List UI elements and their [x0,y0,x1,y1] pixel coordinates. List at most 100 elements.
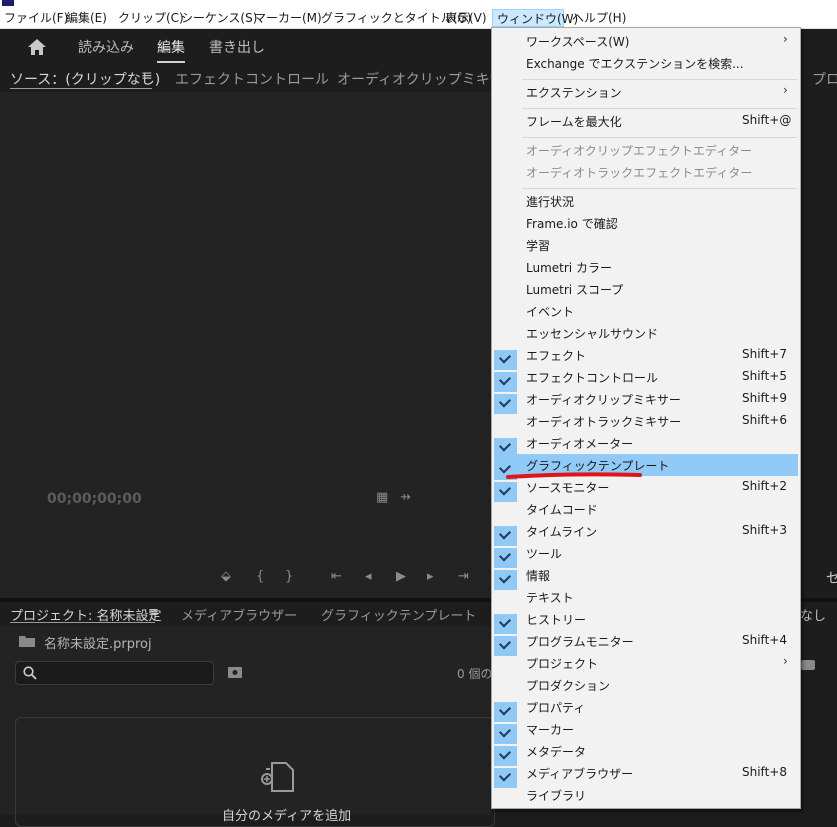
checkmark-icon [494,394,517,414]
window-menu-item-30[interactable]: マーカー [526,721,574,738]
window-menu-item-27[interactable]: プロジェクト [526,655,598,672]
window-menu-item-29[interactable]: プロパティ [526,699,585,716]
tab-program[interactable]: プロ [812,69,837,89]
tab-graphics-templates[interactable]: グラフィックテンプレート [321,605,476,624]
go-to-out-icon[interactable]: ⇥ [458,569,469,584]
window-menu-item-9[interactable]: Lumetri カラー [526,259,612,276]
window-menu-item-25[interactable]: ヒストリー [526,611,586,628]
window-menu-item-16[interactable]: オーディオトラックミキサー [526,413,681,430]
tab-effect-controls[interactable]: エフェクトコントロール [175,69,329,89]
source-timecode: 00;00;00;00 [47,491,142,507]
project-folder-icon [19,636,35,647]
window-menu-item-11[interactable]: イベント [526,303,574,320]
tab-source[interactable]: ソース：(クリップなし) [10,69,160,89]
checkmark-icon [494,702,517,722]
home-icon[interactable] [27,38,47,56]
menu-separator [522,79,797,80]
menu-view[interactable]: 表示(V) [441,9,491,27]
play-icon[interactable]: ▶ [396,569,406,584]
window-menu-item-28[interactable]: プロダクション [526,677,610,694]
menu-shortcut: Shift+7 [742,347,787,361]
submenu-arrow-icon: › [783,83,788,97]
checkmark-icon [494,614,517,634]
window-menu-item-7[interactable]: Frame.io で確認 [526,215,618,232]
menu-shortcut: Shift+@ [742,113,792,127]
window-menu-item-2[interactable]: エクステンション [526,84,622,101]
go-to-in-icon[interactable]: ⇤ [331,569,342,584]
checkmark-icon [494,350,517,370]
insert-icon[interactable]: ⇸ [400,490,411,505]
step-back-icon[interactable]: ◂ [365,569,372,584]
window-menu-item-14[interactable]: エフェクトコントロール [526,369,658,386]
workspace-import[interactable]: 読み込み [78,37,134,57]
menu-shortcut: Shift+6 [742,413,787,427]
out-point-icon[interactable]: } [285,569,293,584]
cc-icon[interactable] [800,658,816,672]
window-menu-item-1[interactable]: Exchange でエクステンションを検索... [526,55,744,72]
window-menu-item-17[interactable]: オーディオメーター [526,435,633,452]
project-panel-menu-icon[interactable]: ≡ [148,605,159,620]
window-menu-item-21[interactable]: タイムライン [526,523,597,540]
menu-bar: ファイル(F) 編集(E) クリップ(C) シーケンス(S) マーカー(M) グ… [0,6,837,29]
checkmark-icon [494,724,517,744]
window-menu-item-26[interactable]: プログラムモニター [526,633,634,650]
window-menu-item-23[interactable]: 情報 [526,567,550,584]
menu-separator [522,137,797,138]
panel-menu-icon[interactable]: ≡ [141,68,153,84]
window-menu-item-12[interactable]: エッセンシャルサウンド [526,325,658,342]
menu-separator [522,108,797,109]
tab-source-underline [10,88,152,89]
checkmark-icon [494,768,517,788]
menu-shortcut: Shift+4 [742,633,787,647]
menu-shortcut: Shift+2 [742,479,787,493]
menu-shortcut: Shift+9 [742,391,787,405]
menu-help[interactable]: ヘルプ(H) [568,9,630,27]
window-menu-item-0[interactable]: ワークスペース(W) [526,33,629,50]
tab-media-browser[interactable]: メディアブラウザー [181,605,297,624]
checkmark-icon [494,526,517,546]
step-forward-icon[interactable]: ▸ [427,569,434,584]
window-menu-item-3[interactable]: フレームを最大化 [526,113,622,130]
timeline-tab-fragment[interactable]: なし [800,605,826,624]
menu-edit[interactable]: 編集(E) [62,9,111,27]
export-frame-icon[interactable]: ▦ [376,490,388,505]
window-menu-item-15[interactable]: オーディオクリップミキサー [526,391,681,408]
window-menu-item-13[interactable]: エフェクト [526,347,586,364]
window-menu-item-4: オーディオクリップエフェクトエディター [526,144,753,158]
menu-marker[interactable]: マーカー(M) [250,9,326,27]
window-menu-item-8[interactable]: 学習 [526,237,550,254]
checkmark-icon [494,570,517,590]
window-menu-item-33[interactable]: ライブラリ [526,787,586,804]
checkmark-icon [494,372,517,392]
submenu-arrow-icon: › [783,32,788,46]
menu-sequence[interactable]: シーケンス(S) [177,9,261,27]
menu-window[interactable]: ウィンドウ(W) [492,9,578,27]
workspace-export[interactable]: 書き出し [209,37,265,57]
window-menu-item-10[interactable]: Lumetri スコープ [526,281,623,298]
marker-icon[interactable]: ⬙ [221,569,231,584]
workspace-active-indicator [157,61,185,63]
window-menu-item-20[interactable]: タイムコード [526,501,598,518]
window-menu-item-32[interactable]: メディアブラウザー [526,765,633,782]
window-menu-item-6[interactable]: 進行状況 [526,193,574,210]
workspace-edit[interactable]: 編集 [157,37,185,57]
checkmark-icon [494,746,517,766]
search-icon [23,666,37,680]
source-monitor [0,92,492,598]
project-search-input[interactable] [15,661,214,685]
checkmark-icon [494,636,517,656]
submenu-arrow-icon: › [783,654,788,668]
project-file-name: 名称未設定.prproj [44,637,152,652]
program-monitor-stub [800,66,837,598]
window-menu-item-22[interactable]: ツール [526,545,562,562]
menu-separator [522,188,797,189]
program-control-fragment: セ [826,571,837,587]
find-icon[interactable] [227,666,243,679]
in-point-icon[interactable]: { [256,569,264,584]
menu-shortcut: Shift+3 [742,523,787,537]
window-menu-item-31[interactable]: メタデータ [526,743,586,760]
window-menu-item-5: オーディオトラックエフェクトエディター [526,166,753,180]
window-menu-item-24[interactable]: テキスト [526,589,574,606]
annotation-underline [506,472,642,479]
menu-shortcut: Shift+5 [742,369,787,383]
